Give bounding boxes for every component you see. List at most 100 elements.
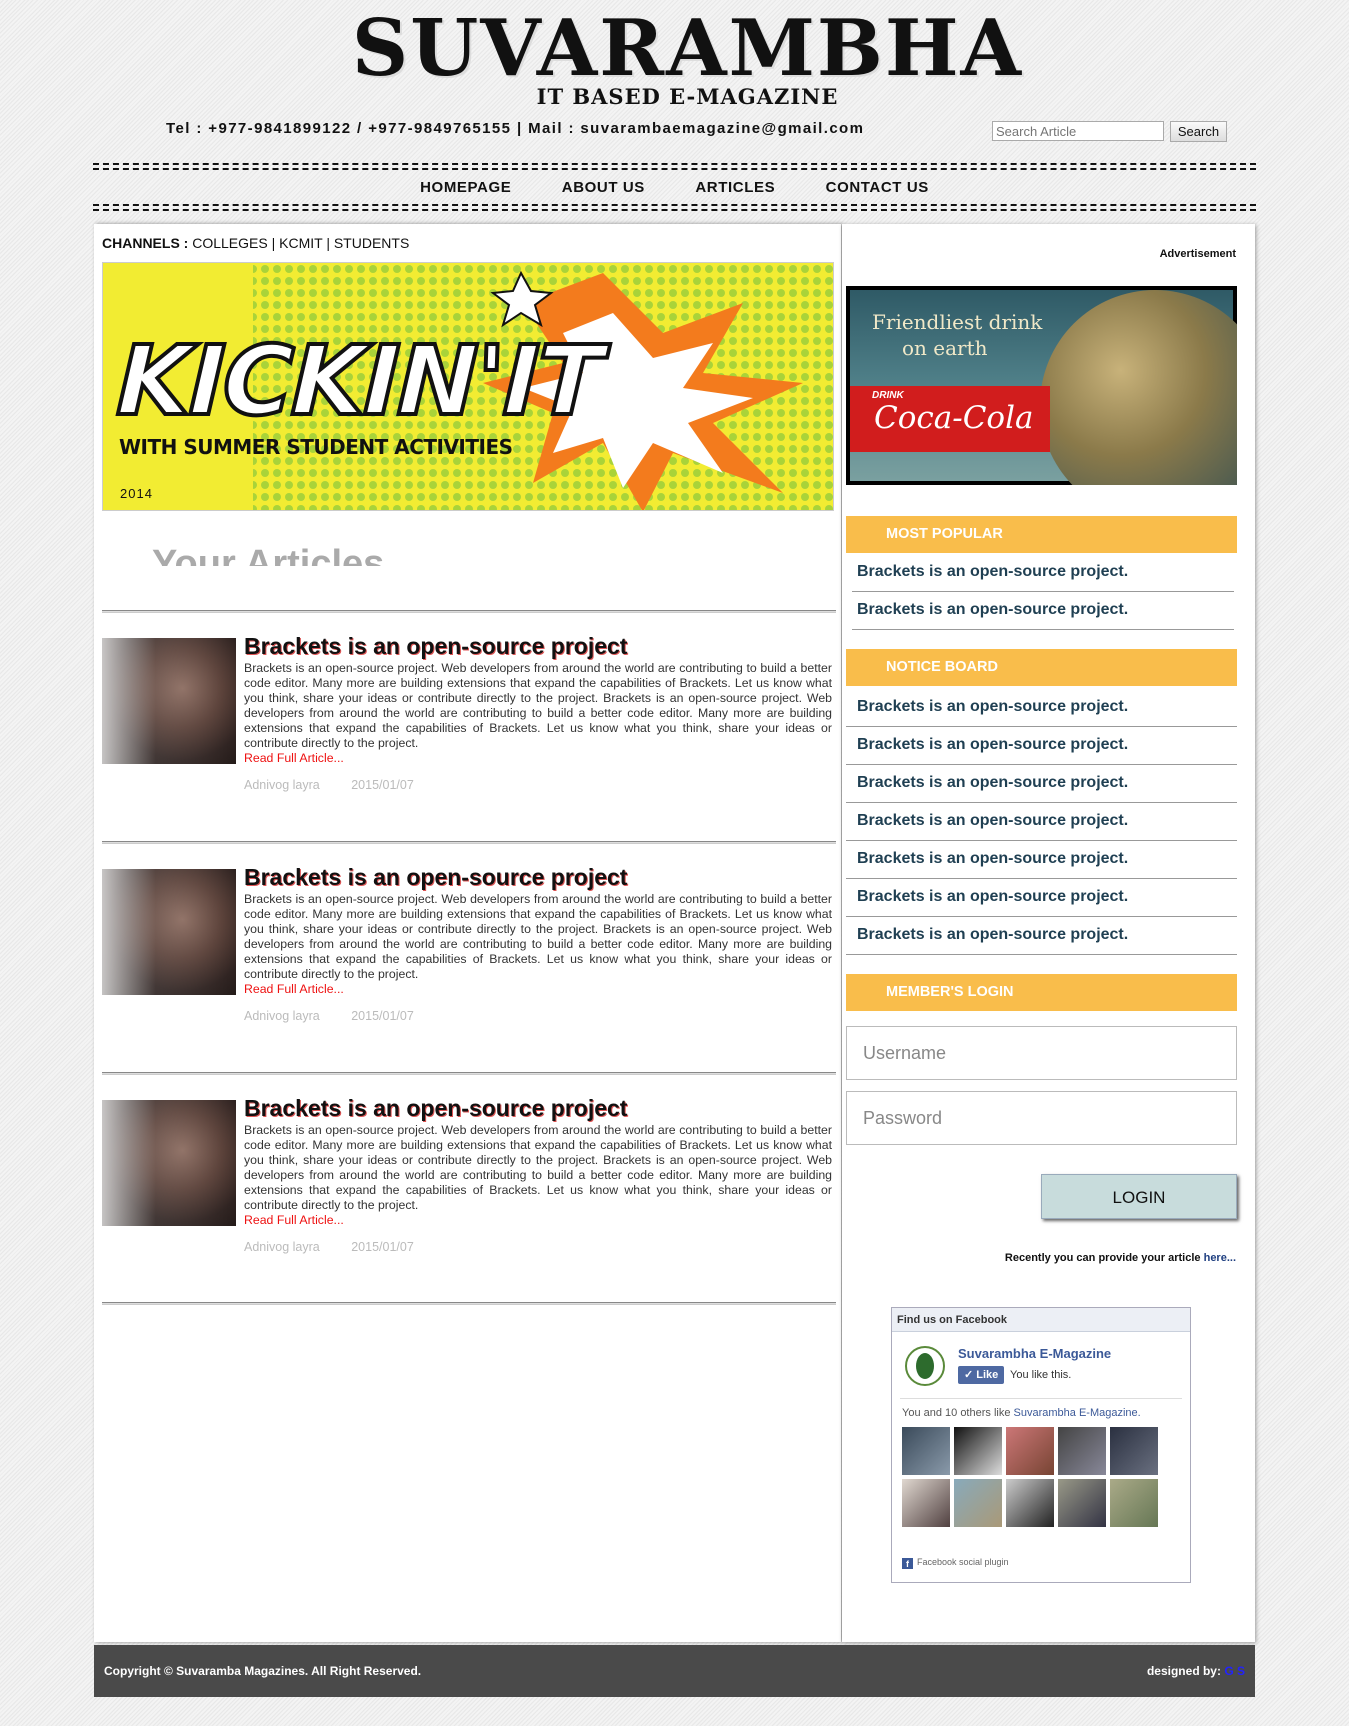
article-author-photo[interactable]	[102, 638, 236, 764]
facebook-icon: f	[902, 1558, 913, 1569]
sidebar: Advertisement Friendliest drink on earth…	[842, 224, 1255, 1642]
article-title[interactable]: Brackets is an open-source project	[244, 864, 627, 891]
article-excerpt: Brackets is an open-source project. Web …	[244, 892, 832, 997]
most-popular-item[interactable]: Brackets is an open-source project.	[852, 592, 1234, 630]
members-login-header: MEMBER'S LOGIN	[846, 974, 1237, 1011]
your-articles-text: Your Articles	[152, 543, 385, 566]
article-author: Adnivog layra	[244, 1240, 320, 1254]
article-author: Adnivog layra	[244, 778, 320, 792]
banner-subtitle: WITH SUMMER STUDENT ACTIVITIES	[119, 435, 513, 459]
divider	[102, 1302, 836, 1305]
nav-about-us[interactable]: ABOUT US	[562, 174, 645, 202]
article-body-text: Brackets is an open-source project. Web …	[244, 1123, 832, 1212]
article-date: 2015/01/07	[351, 1009, 414, 1023]
divider	[102, 1072, 836, 1075]
password-field[interactable]: Password	[846, 1091, 1237, 1145]
divider	[102, 610, 836, 613]
search-input[interactable]	[992, 121, 1164, 141]
like-label: Like	[976, 1369, 999, 1381]
username-field[interactable]: Username	[846, 1026, 1237, 1080]
notice-item[interactable]: Brackets is an open-source project.	[846, 689, 1237, 727]
banner-title: KICKIN'IT	[113, 323, 605, 439]
divider	[900, 1398, 1182, 1399]
ad-headline-2: on earth	[902, 336, 988, 360]
notice-item[interactable]: Brackets is an open-source project.	[846, 765, 1237, 803]
liker-avatar[interactable]	[1006, 1479, 1054, 1527]
featured-banner[interactable]: KICKIN'IT WITH SUMMER STUDENT ACTIVITIES…	[102, 262, 834, 511]
notice-item[interactable]: Brackets is an open-source project.	[846, 917, 1237, 955]
globe-graphic	[1040, 290, 1237, 485]
liker-avatar[interactable]	[902, 1479, 950, 1527]
designer-credit: designed by: G S	[1147, 1664, 1245, 1678]
read-more-link[interactable]: Read Full Article...	[244, 982, 832, 997]
search-button[interactable]: Search	[1170, 121, 1227, 142]
channels-links[interactable]: COLLEGES | KCMIT | STUDENTS	[192, 235, 409, 251]
article-meta: Adnivog layra 2015/01/07	[244, 778, 442, 792]
notice-item[interactable]: Brackets is an open-source project.	[846, 879, 1237, 917]
article-title[interactable]: Brackets is an open-source project	[244, 1095, 627, 1122]
designed-by-label: designed by:	[1146, 1664, 1221, 1678]
channels-bar: CHANNELS : COLLEGES | KCMIT | STUDENTS	[102, 235, 409, 251]
article-card: Brackets is an open-source project Brack…	[102, 864, 836, 1029]
login-button[interactable]: LOGIN	[1041, 1174, 1237, 1219]
main-content: CHANNELS : COLLEGES | KCMIT | STUDENTS K…	[94, 224, 841, 1642]
you-like-text: You like this.	[1010, 1369, 1072, 1381]
nav-articles[interactable]: ARTICLES	[695, 174, 775, 202]
notice-item[interactable]: Brackets is an open-source project.	[846, 803, 1237, 841]
facebook-like-button[interactable]: ✓ Like	[958, 1366, 1004, 1384]
article-meta: Adnivog layra 2015/01/07	[244, 1240, 442, 1254]
plugin-label-text: Facebook social plugin	[917, 1557, 1009, 1567]
article-date: 2015/01/07	[351, 1240, 414, 1254]
main-nav: HOMEPAGE ABOUT US ARTICLES CONTACT US	[93, 174, 1256, 202]
nav-homepage[interactable]: HOMEPAGE	[420, 174, 511, 202]
liker-avatar[interactable]	[1006, 1427, 1054, 1475]
article-body-text: Brackets is an open-source project. Web …	[244, 892, 832, 981]
liker-avatar[interactable]	[1058, 1479, 1106, 1527]
article-meta: Adnivog layra 2015/01/07	[244, 1009, 442, 1023]
facebook-widget: Find us on Facebook Suvarambha E-Magazin…	[891, 1307, 1191, 1583]
notice-board-header: NOTICE BOARD	[846, 649, 1237, 686]
liker-avatar[interactable]	[954, 1427, 1002, 1475]
liker-avatar[interactable]	[1110, 1479, 1158, 1527]
article-card: Brackets is an open-source project Brack…	[102, 1095, 836, 1260]
liker-avatar[interactable]	[954, 1479, 1002, 1527]
your-articles-heading: Your Articles	[152, 542, 452, 566]
advertisement-banner[interactable]: Friendliest drink on earth DRINK Coca-Co…	[846, 286, 1237, 485]
facebook-widget-header: Find us on Facebook	[892, 1308, 1190, 1332]
likers-prefix: You and 10 others like	[902, 1407, 1011, 1419]
read-more-link[interactable]: Read Full Article...	[244, 1213, 832, 1228]
designer-link[interactable]: G S	[1224, 1664, 1245, 1678]
site-logo[interactable]: SUVARAMBHA IT BASED E-MAGAZINE	[0, 3, 1349, 110]
article-author: Adnivog layra	[244, 1009, 320, 1023]
article-title[interactable]: Brackets is an open-source project	[244, 633, 627, 660]
submit-article-link[interactable]: here...	[1204, 1252, 1236, 1264]
notice-item[interactable]: Brackets is an open-source project.	[846, 727, 1237, 765]
nav-contact-us[interactable]: CONTACT US	[826, 174, 929, 202]
article-excerpt: Brackets is an open-source project. Web …	[244, 1123, 832, 1228]
ad-image: Friendliest drink on earth DRINK Coca-Co…	[850, 290, 1237, 485]
liker-avatar[interactable]	[1058, 1427, 1106, 1475]
liker-avatar[interactable]	[1110, 1427, 1158, 1475]
logo-subtitle: IT BASED E-MAGAZINE	[536, 84, 839, 109]
most-popular-header: MOST POPULAR	[846, 516, 1237, 553]
article-excerpt: Brackets is an open-source project. Web …	[244, 661, 832, 766]
facebook-page-name[interactable]: Suvarambha E-Magazine	[958, 1346, 1111, 1361]
likers-page-link[interactable]: Suvarambha E-Magazine.	[1014, 1407, 1141, 1419]
banner-year: 2014	[120, 486, 153, 501]
facebook-plugin-label[interactable]: f Facebook social plugin	[902, 1557, 1009, 1569]
ad-headline: Friendliest drink	[872, 310, 1043, 334]
advertisement-label: Advertisement	[1159, 248, 1236, 260]
liker-avatar[interactable]	[902, 1427, 950, 1475]
channels-label: CHANNELS :	[102, 235, 189, 251]
article-author-photo[interactable]	[102, 1100, 236, 1226]
logo-title: SUVARAMBHA	[351, 3, 1024, 94]
site-footer: Copyright © Suvaramba Magazines. All Rig…	[94, 1645, 1255, 1697]
most-popular-item[interactable]: Brackets is an open-source project.	[852, 554, 1234, 592]
nav-bottom-divider	[93, 204, 1256, 211]
article-author-photo[interactable]	[102, 869, 236, 995]
article-date: 2015/01/07	[351, 778, 414, 792]
page-logo-icon[interactable]	[905, 1346, 945, 1386]
notice-item[interactable]: Brackets is an open-source project.	[846, 841, 1237, 879]
copyright-text: Copyright © Suvaramba Magazines. All Rig…	[104, 1664, 422, 1678]
read-more-link[interactable]: Read Full Article...	[244, 751, 832, 766]
